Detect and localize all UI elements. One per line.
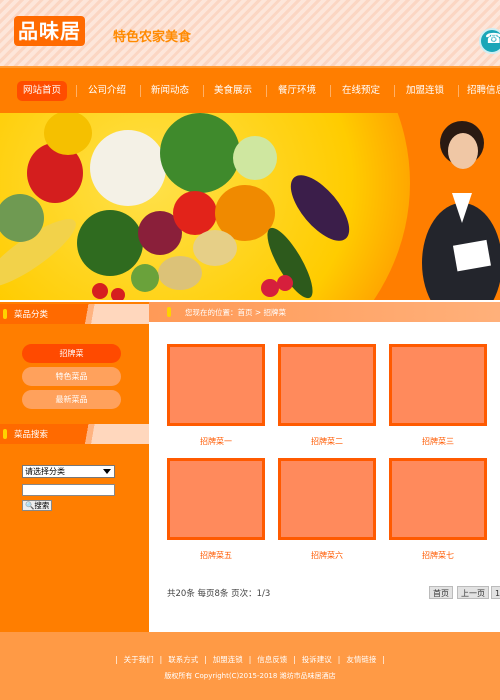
product-name[interactable]: 招牌菜三 xyxy=(389,436,487,447)
breadcrumb: 您现在的位置：首页 > 招牌菜 xyxy=(185,308,287,317)
pager-prev-button[interactable]: 上一页 xyxy=(457,586,489,599)
product-card[interactable]: 招牌菜七 xyxy=(389,458,487,561)
product-name[interactable]: 招牌菜五 xyxy=(167,550,265,561)
pager-first-button[interactable]: 首页 xyxy=(429,586,453,599)
hero-banner xyxy=(0,113,500,300)
product-card[interactable]: 招牌菜二 xyxy=(278,344,376,447)
chevron-down-icon xyxy=(103,469,111,474)
category-select-value: 请选择分类 xyxy=(25,467,65,476)
footer-divider: | xyxy=(382,655,385,664)
nav-item-food[interactable]: 美食展示 xyxy=(211,81,255,101)
footer-divider: | xyxy=(337,655,341,664)
footer-divider: | xyxy=(248,655,252,664)
search-title: 菜品搜索 xyxy=(14,430,49,440)
product-name[interactable]: 招牌菜一 xyxy=(167,436,265,447)
nav-separator xyxy=(458,85,459,97)
nav-separator xyxy=(203,85,204,97)
pager-info: 共20条 每页8条 页次：1/3 xyxy=(167,589,271,599)
footer-link[interactable]: 联系方式 xyxy=(168,655,198,664)
header-marker xyxy=(3,429,7,439)
header-marker xyxy=(3,309,7,319)
footer-link[interactable]: 友情链接 xyxy=(346,655,376,664)
product-thumbnail[interactable] xyxy=(167,344,265,426)
nav-item-franchise[interactable]: 加盟连锁 xyxy=(403,81,447,101)
product-name[interactable]: 招牌菜七 xyxy=(389,550,487,561)
nav-item-environment[interactable]: 餐厅环境 xyxy=(275,81,319,101)
search-icon: 🔍 xyxy=(25,501,35,510)
pager-page-button[interactable]: 1 xyxy=(491,586,500,599)
product-thumbnail[interactable] xyxy=(389,458,487,540)
category-select[interactable]: 请选择分类 xyxy=(22,465,115,478)
sidebar: 菜品分类 招牌菜 特色菜品 最新菜品 菜品搜索 请选择分类 🔍搜索 xyxy=(0,302,149,632)
vegetables-illustration xyxy=(0,113,500,300)
header-marker xyxy=(167,307,171,317)
search-button-label: 搜索 xyxy=(34,501,50,510)
nav-separator xyxy=(140,85,141,97)
nav-item-jobs[interactable]: 招聘信息 xyxy=(467,81,500,101)
nav-item-about[interactable]: 公司介绍 xyxy=(85,81,129,101)
product-thumbnail[interactable] xyxy=(278,458,376,540)
footer-link[interactable]: 投诉建议 xyxy=(302,655,332,664)
product-card[interactable]: 招牌菜六 xyxy=(278,458,376,561)
copyright: 版权所有 Copyright(C)2015-2018 潍坊市品味居酒店 xyxy=(164,672,336,680)
nav-separator xyxy=(394,85,395,97)
footer-divider: | xyxy=(159,655,163,664)
footer-divider: | xyxy=(115,655,118,664)
product-card[interactable]: 招牌菜三 xyxy=(389,344,487,447)
product-name[interactable]: 招牌菜六 xyxy=(278,550,376,561)
category-title: 菜品分类 xyxy=(14,310,49,320)
site-slogan: 特色农家美食 xyxy=(113,30,192,45)
footer-divider: | xyxy=(293,655,296,664)
category-item-special[interactable]: 特色菜品 xyxy=(22,367,121,386)
nav-item-home[interactable]: 网站首页 xyxy=(17,81,67,101)
nav-item-booking[interactable]: 在线预定 xyxy=(339,81,383,101)
footer-link[interactable]: 信息反馈 xyxy=(257,655,287,664)
site-footer: | 关于我们 | 联系方式 | 加盟连锁 | 信息反馈 | 投诉建议 | 友情链接 | 版权所有 Cop… xyxy=(0,632,500,700)
category-item-signature[interactable]: 招牌菜 xyxy=(22,344,121,363)
category-header: 菜品分类 xyxy=(0,304,149,324)
product-name[interactable]: 招牌菜二 xyxy=(278,436,376,447)
main-nav: 网站首页 公司介绍 新闻动态 美食展示 餐厅环境 在线预定 加盟连锁 招聘信息 xyxy=(0,66,500,113)
product-thumbnail[interactable] xyxy=(167,458,265,540)
nav-separator xyxy=(76,85,77,97)
product-grid: 招牌菜一 招牌菜二 招牌菜三 招牌菜五 招牌菜六 招牌菜七 共20条 每页8条 … xyxy=(149,322,500,632)
footer-link[interactable]: 加盟连锁 xyxy=(213,655,243,664)
footer-divider: | xyxy=(204,655,207,664)
footer-links: | 关于我们 | 联系方式 | 加盟连锁 | 信息反馈 | 投诉建议 | 友情链接 | xyxy=(0,654,500,665)
site-header: 品味居 特色农家美食 xyxy=(0,0,500,66)
search-button[interactable]: 🔍搜索 xyxy=(22,500,52,511)
content-header: 您现在的位置：首页 > 招牌菜 xyxy=(149,302,500,322)
nav-separator xyxy=(266,85,267,97)
category-item-latest[interactable]: 最新菜品 xyxy=(22,390,121,409)
nav-separator xyxy=(330,85,331,97)
search-header: 菜品搜索 xyxy=(0,424,149,444)
product-thumbnail[interactable] xyxy=(278,344,376,426)
nav-item-news[interactable]: 新闻动态 xyxy=(148,81,192,101)
product-card[interactable]: 招牌菜一 xyxy=(167,344,265,447)
product-thumbnail[interactable] xyxy=(389,344,487,426)
search-input[interactable] xyxy=(22,484,115,496)
product-card[interactable]: 招牌菜五 xyxy=(167,458,265,561)
phone-icon xyxy=(479,28,500,54)
footer-link[interactable]: 关于我们 xyxy=(124,655,154,664)
site-logo[interactable]: 品味居 xyxy=(14,16,85,46)
